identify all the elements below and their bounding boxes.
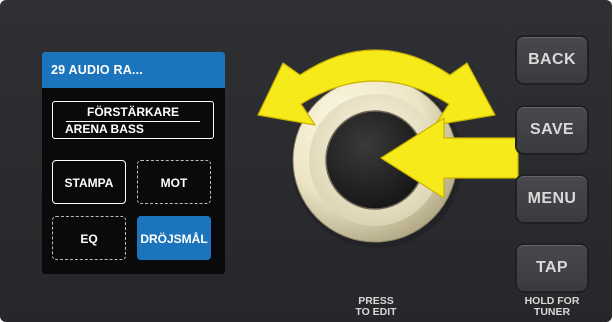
press-caption-line2: TO EDIT xyxy=(355,306,397,318)
amp-control-panel: 29 AUDIO RA... FÖRSTÄRKARE ARENA BASS ST… xyxy=(0,0,612,322)
hold-for-tuner-caption: HOLD FOR TUNER xyxy=(512,296,592,318)
menu-button[interactable]: MENU xyxy=(517,176,587,222)
tuner-caption-line2: TUNER xyxy=(533,306,571,318)
back-button[interactable]: BACK xyxy=(517,37,587,83)
save-button[interactable]: SAVE xyxy=(517,107,587,153)
tap-button[interactable]: TAP xyxy=(517,245,587,291)
press-to-edit-caption: PRESS TO EDIT xyxy=(346,296,406,318)
